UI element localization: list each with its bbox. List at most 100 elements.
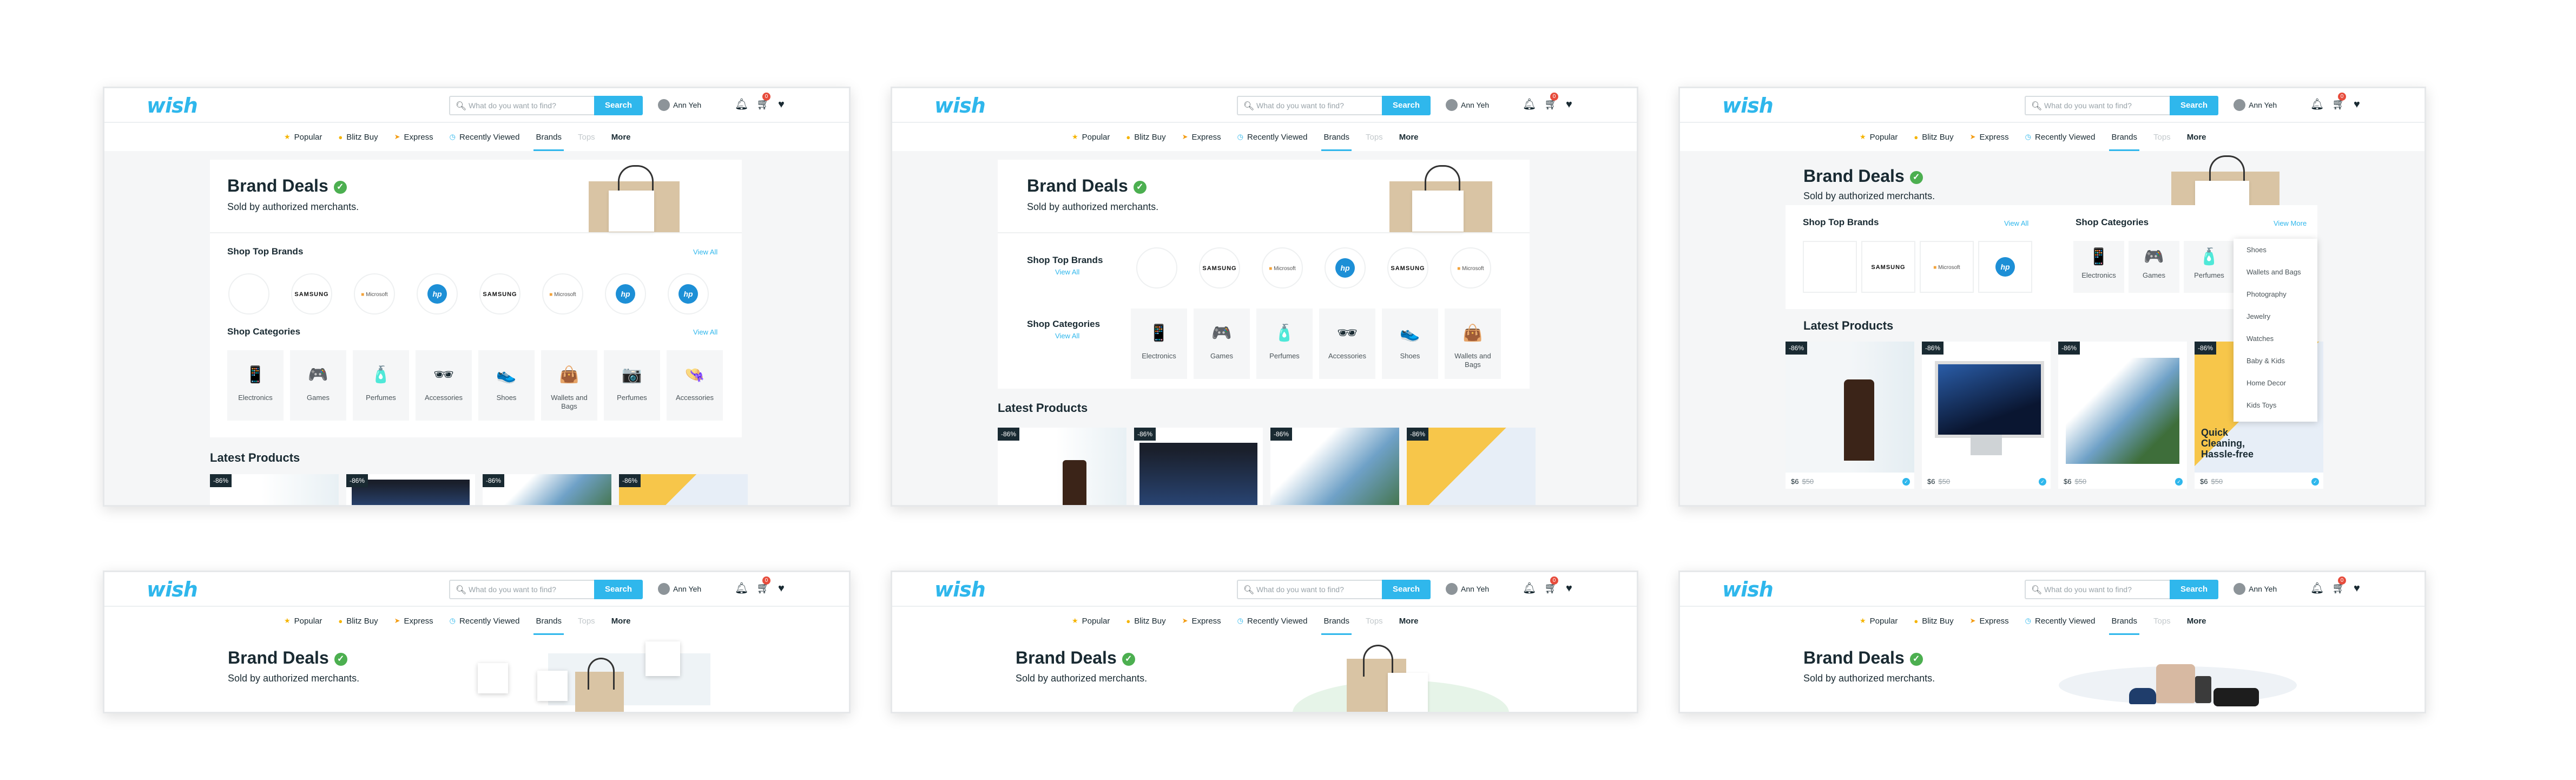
nav-brands[interactable]: Brands xyxy=(533,123,564,151)
category-perfumes-2[interactable]: 📷 Perfumes xyxy=(604,350,660,421)
product-card[interactable]: -86% xyxy=(1407,428,1536,505)
nav-tops[interactable]: Tops xyxy=(2153,607,2171,635)
wish-logo[interactable]: wish xyxy=(147,578,198,601)
bell-icon[interactable]: 🔔︎ xyxy=(1523,98,1536,111)
nav-popular[interactable]: ★ Popular xyxy=(284,607,322,635)
search-input[interactable]: 🔍︎ What do you want to find? xyxy=(449,96,594,115)
heart-icon[interactable]: ♥ xyxy=(778,98,785,111)
category-electronics[interactable]: 📱 Electronics xyxy=(2073,241,2124,293)
heart-icon[interactable]: ♥ xyxy=(2354,98,2360,111)
search-input[interactable]: 🔍︎ What do you want to find? xyxy=(2025,96,2170,115)
nav-popular[interactable]: ★ Popular xyxy=(1072,607,1110,635)
brand-samsung[interactable]: SAMSUNG xyxy=(1199,247,1240,289)
category-wallets-bags[interactable]: 👜 Wallets and Bags xyxy=(1445,309,1501,379)
heart-icon[interactable]: ♥ xyxy=(778,582,785,595)
brand-hp[interactable]: hp xyxy=(1325,247,1366,289)
bell-icon[interactable]: 🔔︎ xyxy=(735,582,748,595)
dropdown-item[interactable]: Watches xyxy=(2234,327,2317,350)
search-button[interactable]: Search xyxy=(2170,96,2218,115)
nav-popular[interactable]: ★ Popular xyxy=(1860,607,1898,635)
view-all-categories-link[interactable]: View All xyxy=(1055,332,1079,340)
nav-express[interactable]: ➤ Express xyxy=(394,123,433,151)
category-perfumes[interactable]: 🧴 Perfumes xyxy=(1256,309,1313,379)
search-input[interactable]: 🔍︎ What do you want to find? xyxy=(1237,580,1382,599)
nav-tops[interactable]: Tops xyxy=(2153,123,2171,151)
brand-samsung[interactable]: SAMSUNG xyxy=(1861,241,1915,293)
nav-blitz-buy[interactable]: ● Blitz Buy xyxy=(1126,123,1165,151)
search-input[interactable]: 🔍︎ What do you want to find? xyxy=(2025,580,2170,599)
wish-logo[interactable]: wish xyxy=(934,94,986,117)
nav-tops[interactable]: Tops xyxy=(578,123,595,151)
nav-express[interactable]: ➤ Express xyxy=(1182,123,1221,151)
search-button[interactable]: Search xyxy=(2170,580,2218,599)
category-shoes[interactable]: 👟 Shoes xyxy=(478,350,535,421)
nav-recently-viewed[interactable]: ◷ Recently Viewed xyxy=(2025,607,2096,635)
nav-brands[interactable]: Brands xyxy=(2109,123,2139,151)
heart-icon[interactable]: ♥ xyxy=(1566,98,1572,111)
heart-icon[interactable]: ♥ xyxy=(2354,582,2360,595)
category-accessories[interactable]: 🕶 Accessories xyxy=(416,350,472,421)
nav-blitz-buy[interactable]: ● Blitz Buy xyxy=(338,123,378,151)
nav-blitz-buy[interactable]: ● Blitz Buy xyxy=(338,607,378,635)
wish-logo[interactable]: wish xyxy=(1722,578,1774,601)
brand-hp[interactable]: hp xyxy=(668,273,709,314)
bell-icon[interactable]: 🔔︎ xyxy=(735,98,748,111)
dropdown-item[interactable]: Home Decor xyxy=(2234,372,2317,394)
nav-recently-viewed[interactable]: ◷ Recently Viewed xyxy=(450,123,520,151)
brand-samsung[interactable]: SAMSUNG xyxy=(1387,247,1428,289)
category-electronics[interactable]: 📱 Electronics xyxy=(227,350,284,421)
nav-brands[interactable]: Brands xyxy=(2109,607,2139,635)
bell-icon[interactable]: 🔔︎ xyxy=(1523,582,1536,595)
nav-recently-viewed[interactable]: ◷ Recently Viewed xyxy=(1237,607,1308,635)
brand-hp[interactable]: hp xyxy=(417,273,458,314)
search-button[interactable]: Search xyxy=(594,580,643,599)
dropdown-item[interactable]: Baby & Kids xyxy=(2234,350,2317,372)
category-perfumes[interactable]: 🧴 Perfumes xyxy=(353,350,409,421)
search-input[interactable]: 🔍︎ What do you want to find? xyxy=(449,580,594,599)
nav-express[interactable]: ➤ Express xyxy=(1182,607,1221,635)
wish-logo[interactable]: wish xyxy=(1722,94,1774,117)
category-perfumes[interactable]: 🧴 Perfumes xyxy=(2184,241,2235,293)
nav-recently-viewed[interactable]: ◷ Recently Viewed xyxy=(2025,123,2096,151)
nav-blitz-buy[interactable]: ● Blitz Buy xyxy=(1914,123,1953,151)
nav-more[interactable]: More xyxy=(1399,607,1419,635)
brand-apple[interactable] xyxy=(1136,247,1177,289)
product-card[interactable]: -86% xyxy=(483,474,611,505)
nav-brands[interactable]: Brands xyxy=(1321,607,1352,635)
nav-popular[interactable]: ★ Popular xyxy=(1072,123,1110,151)
brand-apple[interactable] xyxy=(1803,241,1857,293)
heart-icon[interactable]: ♥ xyxy=(1566,582,1572,595)
nav-tops[interactable]: Tops xyxy=(1366,607,1383,635)
nav-recently-viewed[interactable]: ◷ Recently Viewed xyxy=(1237,123,1308,151)
nav-tops[interactable]: Tops xyxy=(1366,123,1383,151)
view-all-categories-link[interactable]: View All xyxy=(693,328,717,336)
nav-blitz-buy[interactable]: ● Blitz Buy xyxy=(1126,607,1165,635)
category-accessories[interactable]: 🕶 Accessories xyxy=(1319,309,1375,379)
nav-more[interactable]: More xyxy=(2187,607,2206,635)
search-input[interactable]: 🔍︎ What do you want to find? xyxy=(1237,96,1382,115)
dropdown-item[interactable]: Photography xyxy=(2234,283,2317,305)
nav-express[interactable]: ➤ Express xyxy=(1970,607,2009,635)
nav-popular[interactable]: ★ Popular xyxy=(284,123,322,151)
search-button[interactable]: Search xyxy=(1382,580,1431,599)
product-card[interactable]: -86% xyxy=(210,474,339,505)
nav-more[interactable]: More xyxy=(611,123,631,151)
nav-popular[interactable]: ★ Popular xyxy=(1860,123,1898,151)
bell-icon[interactable]: 🔔︎ xyxy=(2310,582,2324,595)
product-card[interactable]: -86% $6 $50 ✓ xyxy=(1922,342,2051,489)
nav-more[interactable]: More xyxy=(2187,123,2206,151)
wish-logo[interactable]: wish xyxy=(934,578,986,601)
category-accessories-2[interactable]: 👒 Accessories xyxy=(667,350,723,421)
nav-more[interactable]: More xyxy=(1399,123,1419,151)
bell-icon[interactable]: 🔔︎ xyxy=(2310,98,2324,111)
nav-recently-viewed[interactable]: ◷ Recently Viewed xyxy=(450,607,520,635)
nav-brands[interactable]: Brands xyxy=(1321,123,1352,151)
brand-microsoft[interactable]: Microsoft xyxy=(542,273,583,314)
dropdown-item[interactable]: Kids Toys xyxy=(2234,394,2317,416)
nav-tops[interactable]: Tops xyxy=(578,607,595,635)
category-games[interactable]: 🎮 Games xyxy=(290,350,346,421)
view-all-brands-link[interactable]: View All xyxy=(2004,219,2028,227)
brand-samsung[interactable]: SAMSUNG xyxy=(291,273,332,314)
product-card[interactable]: -86% xyxy=(619,474,748,505)
brand-samsung[interactable]: SAMSUNG xyxy=(479,273,521,314)
